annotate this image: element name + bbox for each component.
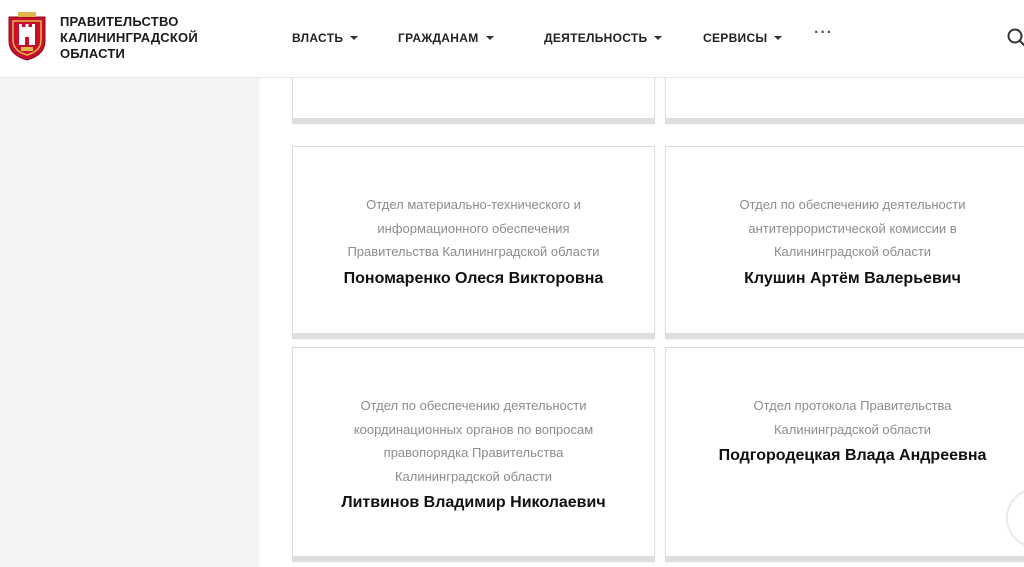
nav-item-servisy[interactable]: СЕРВИСЫ [703,28,783,48]
chevron-down-icon [654,36,663,40]
department-name: Отдел материально-технического и информа… [293,193,654,264]
department-line: антитеррористической комиссии в [748,220,957,236]
department-name: Отдел протокола Правительства Калинингра… [666,394,1024,441]
nav-label: ГРАЖДАНАМ [398,31,479,45]
staff-card[interactable]: Отдел протокола Правительства Калинингра… [665,347,1024,562]
staff-card[interactable]: Отдел по обеспечению деятельности коорди… [292,347,655,562]
staff-card[interactable]: Отдел материально-технического и информа… [292,146,655,339]
person-name[interactable]: Литвинов Владимир Николаевич [293,494,654,512]
nav-item-grazhdanam[interactable]: ГРАЖДАНАМ [398,28,494,48]
department-line: информационного обеспечения [377,220,570,236]
site-header: ПРАВИТЕЛЬСТВО КАЛИНИНГРАДСКОЙ ОБЛАСТИ ВЛ… [0,0,1024,78]
person-name[interactable]: Пономаренко Олеся Викторовна [293,270,654,288]
staff-card[interactable]: Отдел по обеспечению деятельности антите… [665,146,1024,339]
department-line: Калининградской области [773,421,932,437]
department-line: Отдел по обеспечению деятельности [739,197,966,212]
department-line: Отдел материально-технического и [366,197,581,212]
department-name: Отдел по обеспечению деятельности коорди… [293,394,654,488]
left-sidebar [0,78,259,567]
department-line: Калининградской области [394,468,553,484]
org-name-line: КАЛИНИНГРАДСКОЙ [60,30,198,45]
nav-label: СЕРВИСЫ [703,31,768,45]
person-name[interactable]: Клушин Артём Валерьевич [666,270,1024,288]
department-line: Правительства Калининградской области [347,244,600,259]
department-line: Отдел протокола Правительства [753,398,952,413]
org-name[interactable]: ПРАВИТЕЛЬСТВО КАЛИНИНГРАДСКОЙ ОБЛАСТИ [60,14,250,62]
nav-label: ДЕЯТЕЛЬНОСТЬ [544,31,648,45]
department-line: правопорядка Правительства [383,445,564,460]
org-name-line: ОБЛАСТИ [60,46,126,61]
coat-of-arms-icon[interactable] [6,11,48,61]
nav-item-deyatelnost[interactable]: ДЕЯТЕЛЬНОСТЬ [544,28,663,48]
chevron-down-icon [350,36,359,40]
nav-item-vlast[interactable]: ВЛАСТЬ [292,28,359,48]
org-name-line: ПРАВИТЕЛЬСТВО [60,14,179,29]
more-menu-button[interactable]: ··· [814,24,833,42]
nav-label: ВЛАСТЬ [292,31,344,45]
chevron-down-icon [774,36,783,40]
department-line: Калининградской области [773,244,932,259]
department-name: Отдел по обеспечению деятельности антите… [666,193,1024,264]
department-line: координационных органов по вопросам [353,421,594,437]
chevron-down-icon [485,36,494,40]
department-line: Отдел по обеспечению деятельности [360,398,587,413]
search-icon[interactable] [1006,27,1024,49]
person-name[interactable]: Подгородецкая Влада Андреевна [666,447,1024,465]
